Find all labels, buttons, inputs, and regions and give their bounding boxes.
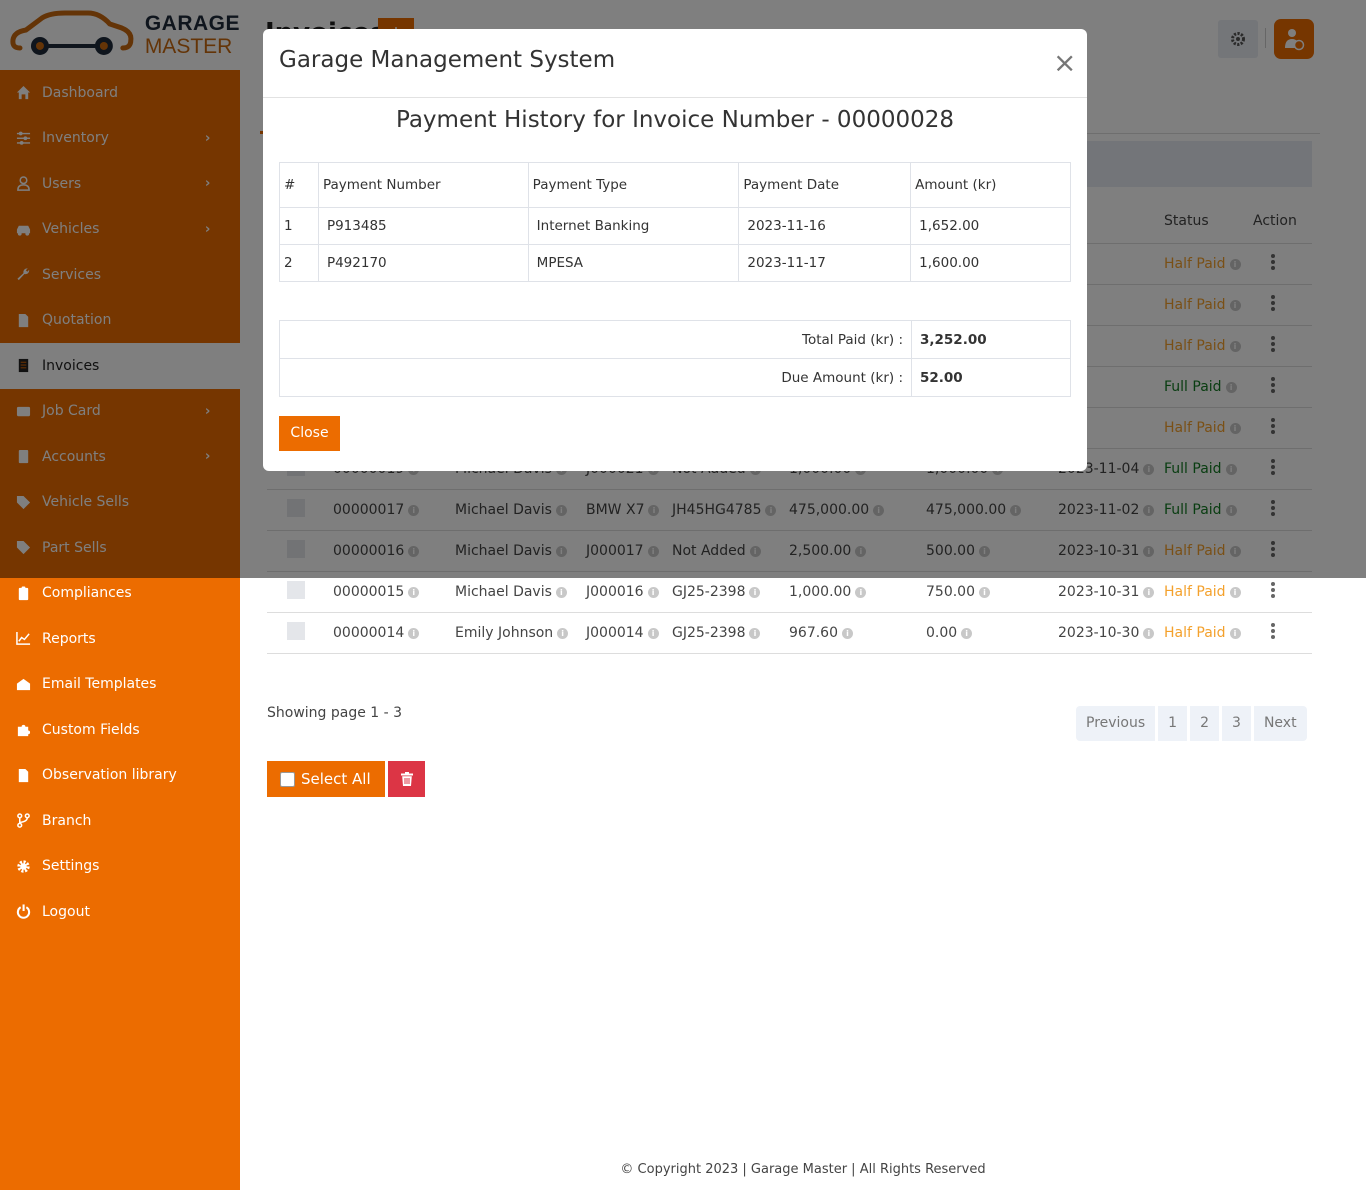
job-card-ref: J000014 i <box>586 612 672 654</box>
sidebar-item-logout[interactable]: Logout <box>0 889 240 935</box>
info-icon[interactable]: i <box>647 627 659 639</box>
select-all-button[interactable]: Select All <box>267 761 385 797</box>
info-icon[interactable]: i <box>842 627 853 639</box>
due-amount-label: Due Amount (kr) : <box>279 358 912 397</box>
payment-column-header: Payment Number <box>317 162 529 208</box>
pagination-next[interactable]: Next <box>1253 706 1307 741</box>
sidebar-item-reports[interactable]: Reports <box>0 616 240 662</box>
payment-type: Internet Banking <box>527 207 740 245</box>
pagination: Previous 1 2 3 Next <box>1076 706 1307 741</box>
puzzle-icon <box>14 722 32 738</box>
info-icon[interactable]: i <box>1229 586 1241 598</box>
sidebar-item-label: Observation library <box>42 767 177 784</box>
pagination-previous[interactable]: Previous <box>1076 706 1156 741</box>
payment-date: 2023-11-17 <box>738 244 912 282</box>
info-icon[interactable]: i <box>1143 586 1155 598</box>
sidebar-item-label: Settings <box>42 858 100 875</box>
pagination-3[interactable]: 3 <box>1222 706 1251 741</box>
number-plate: GJ25-2398 i <box>672 612 789 654</box>
total-amount: 967.60 i <box>789 612 926 654</box>
sidebar-item-email-templates[interactable]: Email Templates <box>0 662 240 708</box>
table-row: 00000014 i Emily Johnson i J000014 i GJ25-2398… <box>267 612 1312 654</box>
info-icon[interactable]: i <box>557 627 569 639</box>
info-icon[interactable]: i <box>408 586 420 598</box>
clipboard-check-icon <box>14 585 32 601</box>
more-vertical-icon[interactable] <box>1271 621 1275 641</box>
pagination-2[interactable]: 2 <box>1190 706 1220 741</box>
payment-index: 1 <box>279 207 319 245</box>
info-icon[interactable]: i <box>408 627 420 639</box>
modal-title: Garage Management System <box>279 47 616 73</box>
payment-date: 2023-11-16 <box>738 207 912 245</box>
close-button[interactable]: Close <box>279 416 340 451</box>
info-icon[interactable]: i <box>855 586 867 598</box>
trash-icon <box>400 772 413 786</box>
info-icon[interactable]: i <box>979 586 990 598</box>
power-icon <box>14 904 32 920</box>
pagination-info: Showing page 1 - 3 <box>267 705 403 721</box>
select-all-checkbox[interactable] <box>280 771 295 787</box>
payment-column-header: Amount (kr) <box>910 162 1071 208</box>
invoice-number: 00000014 i <box>333 612 455 654</box>
sidebar-item-label: Custom Fields <box>42 721 140 738</box>
payment-column-header: # <box>279 162 319 208</box>
info-icon[interactable]: i <box>555 586 567 598</box>
total-paid-label: Total Paid (kr) : <box>279 320 912 359</box>
select-all-label: Select All <box>301 770 371 788</box>
file-alt-icon <box>14 767 32 783</box>
info-icon[interactable]: i <box>647 586 659 598</box>
sidebar-item-label: Logout <box>42 903 90 920</box>
gear-icon <box>14 858 32 874</box>
sidebar-item-branch[interactable]: Branch <box>0 798 240 844</box>
payment-totals-table: Total Paid (kr) : 3,252.00 Due Amount (k… <box>279 320 1071 397</box>
payment-row: 2 P492170 MPESA 2023-11-17 1,600.00 <box>279 244 1071 282</box>
info-icon[interactable]: i <box>749 627 761 639</box>
modal-header: Garage Management System × <box>263 29 1087 98</box>
customer-name: Emily Johnson i <box>455 612 586 654</box>
delete-selected-button[interactable] <box>388 761 425 797</box>
payment-history-modal: Garage Management System × Payment Histo… <box>263 29 1087 471</box>
due-amount-row: Due Amount (kr) : 52.00 <box>279 358 1071 397</box>
payment-history-heading: Payment History for Invoice Number - 000… <box>396 107 954 133</box>
code-branch-icon <box>14 813 32 829</box>
payment-index: 2 <box>279 244 319 282</box>
due-amount-value: 52.00 <box>911 358 1071 397</box>
close-icon[interactable]: × <box>1053 49 1076 77</box>
info-icon[interactable]: i <box>1229 627 1241 639</box>
info-icon[interactable]: i <box>961 627 973 639</box>
payment-history-table: # Payment Number Payment Type Payment Date A… <box>279 162 1071 282</box>
info-icon[interactable]: i <box>1143 627 1155 639</box>
payment-amount: 1,652.00 <box>910 207 1071 245</box>
chart-line-icon <box>14 631 32 647</box>
payment-column-header: Payment Type <box>527 162 740 208</box>
sidebar-item-custom-fields[interactable]: Custom Fields <box>0 707 240 753</box>
row-checkbox[interactable] <box>287 621 305 640</box>
pagination-1[interactable]: 1 <box>1158 706 1188 741</box>
sidebar-item-label: Reports <box>42 630 96 647</box>
payment-column-header: Payment Date <box>738 162 912 208</box>
invoice-date: 2023-10-30 i <box>1058 612 1164 654</box>
more-vertical-icon[interactable] <box>1271 580 1275 600</box>
sidebar-item-settings[interactable]: Settings <box>0 844 240 890</box>
status-badge: Half Paidi <box>1164 612 1253 654</box>
sidebar-item-observation-library[interactable]: Observation library <box>0 753 240 799</box>
payment-row: 1 P913485 Internet Banking 2023-11-16 1,652.… <box>279 207 1071 245</box>
total-paid-value: 3,252.00 <box>911 320 1071 359</box>
paid-amount: 0.00 i <box>926 612 1058 654</box>
info-icon[interactable]: i <box>749 586 761 598</box>
total-paid-row: Total Paid (kr) : 3,252.00 <box>279 320 1071 359</box>
payment-amount: 1,600.00 <box>910 244 1071 282</box>
envelope-open-icon <box>14 676 32 692</box>
payment-table-header: # Payment Number Payment Type Payment Date A… <box>279 162 1071 208</box>
payment-type: MPESA <box>527 244 740 282</box>
sidebar-item-label: Email Templates <box>42 676 157 693</box>
payment-number: P492170 <box>317 244 529 282</box>
row-checkbox[interactable] <box>287 580 305 599</box>
footer-copyright: © Copyright 2023 | Garage Master | All R… <box>620 1162 986 1177</box>
sidebar-item-label: Branch <box>42 812 92 829</box>
payment-number: P913485 <box>317 207 529 245</box>
sidebar-item-label: Compliances <box>42 585 132 602</box>
